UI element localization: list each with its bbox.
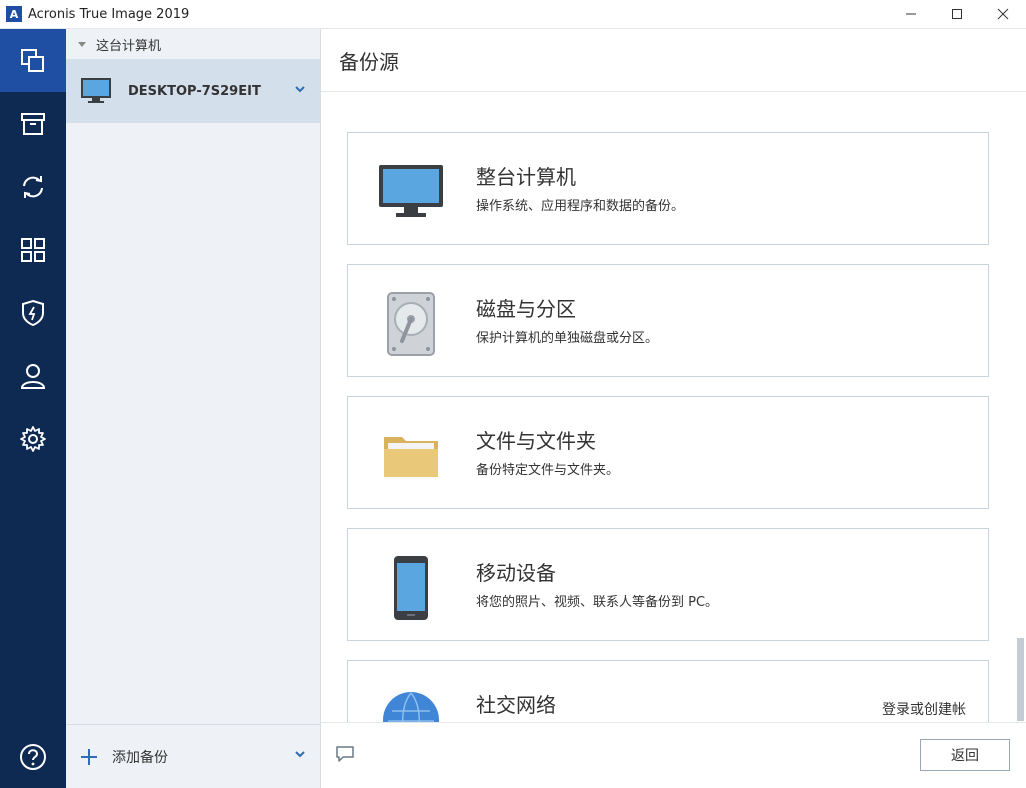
settings-icon <box>20 425 46 452</box>
mobile-phone-icon <box>394 556 428 620</box>
add-backup-label: 添加备份 <box>112 749 168 766</box>
nav-account[interactable] <box>0 344 66 407</box>
minimize-icon <box>906 13 916 15</box>
card-icon-wrap <box>376 289 446 359</box>
card-icon-wrap <box>376 685 446 722</box>
card-title: 整台计算机 <box>476 165 576 189</box>
protection-icon <box>22 299 44 326</box>
device-name: DESKTOP-7S29EIT <box>128 83 261 99</box>
chevron-down-icon[interactable] <box>294 85 306 93</box>
help-icon <box>20 744 46 770</box>
nav-settings[interactable] <box>0 407 66 470</box>
main-panel: 备份源 整台计算机 操作系统、应用程序和数据的备份。 磁盘与分区 保护计算机的单… <box>321 29 1026 788</box>
maximize-button[interactable] <box>934 0 980 28</box>
source-list: 整台计算机 操作系统、应用程序和数据的备份。 磁盘与分区 保护计算机的单独磁盘或… <box>321 92 1026 722</box>
card-icon-wrap <box>376 157 446 227</box>
page-title: 备份源 <box>321 29 1026 92</box>
main-footer: 返回 <box>321 722 1026 788</box>
title-bar: A Acronis True Image 2019 <box>0 0 1026 29</box>
acronis-logo-icon: A <box>6 6 22 22</box>
monitor-icon <box>81 78 111 103</box>
chevron-down-icon[interactable] <box>294 750 306 758</box>
nav-protection[interactable] <box>0 281 66 344</box>
scrollbar-thumb[interactable] <box>1017 638 1024 721</box>
nav-rail <box>0 29 66 788</box>
archive-icon <box>21 112 45 135</box>
vertical-scrollbar[interactable] <box>1017 93 1024 721</box>
sync-icon <box>23 175 43 198</box>
window-title: Acronis True Image 2019 <box>28 6 190 22</box>
card-title: 文件与文件夹 <box>476 429 596 453</box>
minimize-button[interactable] <box>888 0 934 28</box>
card-title: 磁盘与分区 <box>476 297 576 321</box>
tools-icon <box>21 237 45 262</box>
close-button[interactable] <box>980 0 1026 28</box>
sidebar-item-device[interactable]: DESKTOP-7S29EIT <box>66 59 320 123</box>
nav-sync[interactable] <box>0 155 66 218</box>
nav-tools[interactable] <box>0 218 66 281</box>
source-card-entire-pc[interactable]: 整台计算机 操作系统、应用程序和数据的备份。 <box>347 132 989 245</box>
card-description: 将您的照片、视频、联系人等备份到 PC。 <box>476 595 719 610</box>
card-icon-wrap <box>376 421 446 491</box>
maximize-icon <box>952 9 962 19</box>
monitor-icon <box>379 165 443 217</box>
nav-help[interactable] <box>0 732 66 782</box>
card-icon-wrap <box>376 553 446 623</box>
nav-archive[interactable] <box>0 92 66 155</box>
close-icon <box>997 8 1009 20</box>
source-card-mobile[interactable]: 移动设备 将您的照片、视频、联系人等备份到 PC。 <box>347 528 989 641</box>
sidebar-section-header[interactable]: 这台计算机 <box>66 29 320 59</box>
card-title: 社交网络 <box>476 693 556 717</box>
source-card-files[interactable]: 文件与文件夹 备份特定文件与文件夹。 <box>347 396 989 509</box>
source-card-disks[interactable]: 磁盘与分区 保护计算机的单独磁盘或分区。 <box>347 264 989 377</box>
chat-icon[interactable] <box>335 745 355 763</box>
card-title: 移动设备 <box>476 561 556 585</box>
card-description: 操作系统、应用程序和数据的备份。 <box>476 199 685 214</box>
source-card-social[interactable]: 社交网络 登录或创建帐 <box>347 660 989 722</box>
collapse-triangle-icon <box>78 41 86 47</box>
back-button[interactable]: 返回 <box>920 739 1010 771</box>
sidebar-section-label: 这台计算机 <box>96 38 162 54</box>
hard-disk-icon <box>387 292 435 356</box>
window-controls <box>888 0 1026 28</box>
account-icon <box>20 363 46 389</box>
backup-sidebar: 这台计算机 DESKTOP-7S29EIT 添加备份 <box>66 29 321 788</box>
folder-icon <box>384 437 438 477</box>
add-backup-button[interactable]: 添加备份 <box>66 724 320 788</box>
card-description: 备份特定文件与文件夹。 <box>476 463 620 478</box>
card-description: 保护计算机的单独磁盘或分区。 <box>476 331 659 346</box>
nav-backup[interactable] <box>0 29 66 92</box>
login-link[interactable]: 登录或创建帐 <box>882 699 966 719</box>
plus-icon <box>81 748 97 765</box>
globe-icon <box>383 692 439 722</box>
backup-icon <box>21 48 44 72</box>
